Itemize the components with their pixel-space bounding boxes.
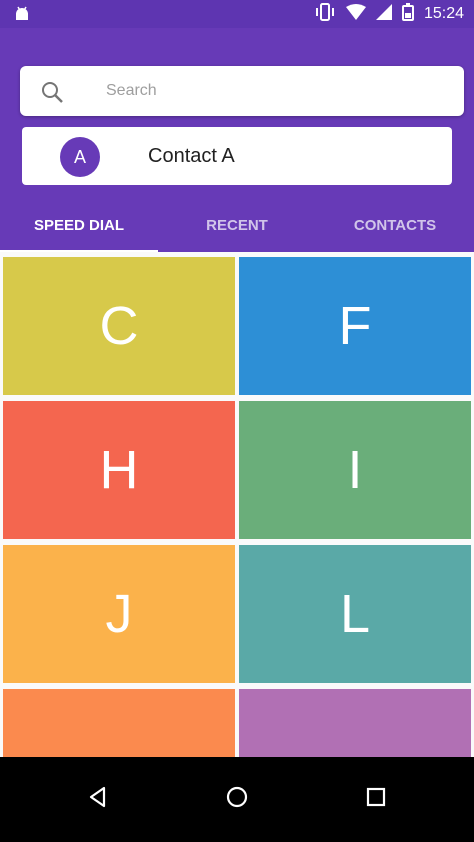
tab-bar: SPEED DIAL RECENT CONTACTS [0,200,474,252]
search-icon [40,80,64,104]
speed-dial-grid: C F H I J L M O [0,252,474,757]
status-bar: 15:24 [0,0,474,28]
back-button[interactable] [70,771,126,827]
tile-letter: J [105,584,133,644]
search-bar[interactable]: Search [20,66,464,116]
tab-contacts[interactable]: CONTACTS [316,200,474,252]
tab-recent[interactable]: RECENT [158,200,316,252]
contact-card[interactable]: A Contact A [22,127,452,185]
home-button[interactable] [209,771,265,827]
recents-icon [364,785,388,814]
signal-icon [375,3,392,25]
app-header: Search A Contact A SPEED DIAL RECENT CON… [0,28,474,253]
wifi-icon [345,3,366,25]
tile-letter: I [347,440,363,500]
tile-letter: C [99,296,139,356]
speed-dial-tile[interactable]: I [239,401,471,539]
speed-dial-tile[interactable]: O [239,689,471,757]
battery-icon [401,2,414,26]
speed-dial-tile[interactable]: F [239,257,471,395]
avatar: A [60,137,100,177]
tile-letter: H [99,440,139,500]
search-placeholder: Search [106,82,157,99]
recents-button[interactable] [348,771,404,827]
speed-dial-tile[interactable]: C [3,257,235,395]
tab-speed-dial[interactable]: SPEED DIAL [0,200,158,252]
tile-letter: F [338,296,372,356]
tile-letter: L [339,584,371,644]
navigation-bar [0,757,474,842]
speed-dial-tile[interactable]: H [3,401,235,539]
contact-name: Contact A [148,145,235,167]
speed-dial-tile[interactable]: M [3,689,235,757]
speed-dial-tile[interactable]: J [3,545,235,683]
vibrate-icon [314,2,336,26]
speed-dial-tile[interactable]: L [239,545,471,683]
home-icon [225,785,249,814]
status-icons: 15:24 [314,2,464,26]
back-icon [86,785,110,814]
android-icon [12,4,32,24]
status-time: 15:24 [423,5,464,22]
